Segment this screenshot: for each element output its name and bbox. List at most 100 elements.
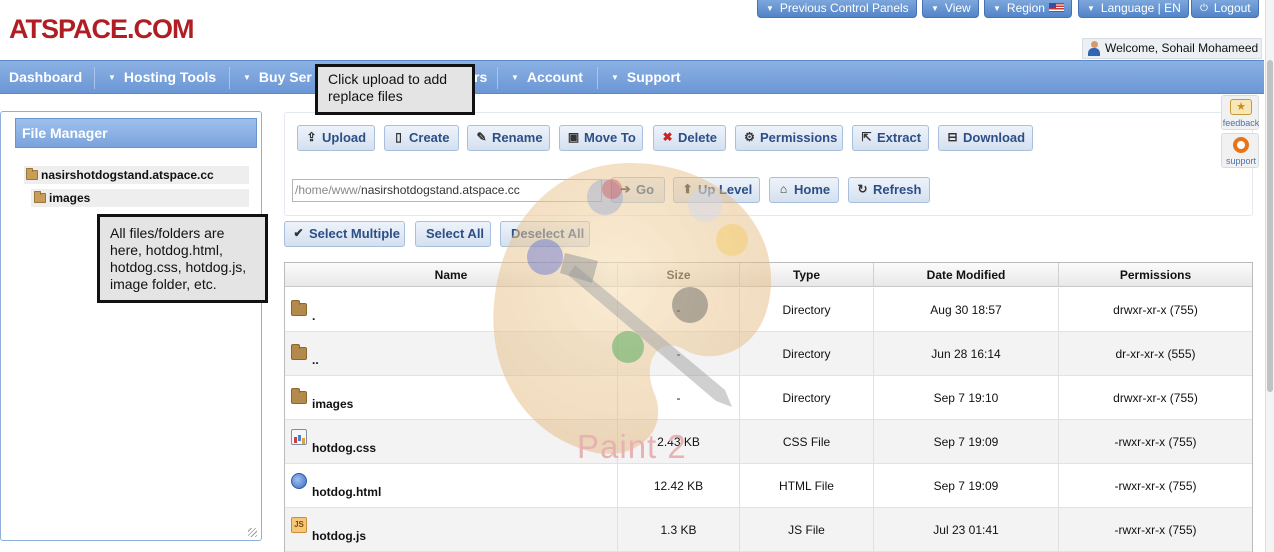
deselect-all-button[interactable]: Deselect All [500,221,590,247]
upload-button[interactable]: ⇪ Upload [297,125,375,151]
nav-support[interactable]: ▼ Support [611,61,681,93]
tree-item-root[interactable]: nasirshotdogstand.atspace.cc [24,166,249,184]
file-manager-title: File Manager [15,118,257,148]
type-cell: JS File [740,508,874,552]
permissions-cell: dr-xr-xr-x (555) [1115,347,1196,361]
power-icon: ⏻ [1200,3,1208,14]
upload-annotation: Click upload to add replace files [315,64,475,115]
table-row[interactable]: .. - Directory Jun 28 16:14 dr-xr-xr-x (… [285,332,1252,376]
nav-servers[interactable]: rs [474,61,487,93]
feedback-star-icon: ★ [1230,99,1252,115]
folder-icon [291,300,307,316]
move-to-button[interactable]: ▣ Move To [559,125,643,151]
date-cell: Sep 7 19:10 [874,376,1059,420]
create-button[interactable]: ▯ Create [384,125,459,151]
folder-icon [291,388,307,404]
nav-hosting-tools[interactable]: ▼ Hosting Tools [108,61,216,93]
path-input[interactable]: /home/www/nasirshotdogstand.atspace.cc [292,179,602,202]
delete-icon: ✖ [662,130,673,144]
type-cell: Directory [740,288,874,332]
go-button[interactable]: ➔ Go [611,177,665,203]
nav-buy-services[interactable]: ▼ Buy Ser [243,61,312,93]
permissions-cell: -rwxr-xr-x (755) [1114,523,1197,537]
welcome-badge: Welcome, Sohail Mohameed [1082,38,1262,59]
name-cell: hotdog.css [285,420,618,464]
date-cell: Aug 30 18:57 [874,288,1059,332]
header: ATSPACE.COM ▼ Previous Control Panels ▼ Vi… [0,0,1274,60]
column-header-size[interactable]: Size [618,263,740,287]
rename-button[interactable]: ✎ Rename [467,125,550,151]
name-cell: JS hotdog.js [285,508,618,552]
resize-handle[interactable] [248,528,257,537]
name-cell: . [285,288,618,332]
size-cell: - [618,332,740,376]
nav-divider [94,67,95,89]
support-widget[interactable]: support [1221,133,1259,168]
table-row[interactable]: JS hotdog.js 1.3 KB JS File Jul 23 01:41 … [285,508,1252,552]
logout-button[interactable]: ⏻ Logout [1191,0,1259,18]
view-button[interactable]: ▼ View [922,0,979,18]
permissions-cell: drwxr-xr-x (755) [1113,303,1198,317]
main-nav: Dashboard ▼ Hosting Tools ▼ Buy Ser rs ▼ Ac… [0,60,1264,94]
refresh-button[interactable]: ↻ Refresh [848,177,930,203]
table-row[interactable]: hotdog.css 2.43 KB CSS File Sep 7 19:09 … [285,420,1252,464]
caret-down-icon: ▼ [766,4,774,13]
select-all-button[interactable]: Select All [415,221,491,247]
home-icon: ⌂ [779,182,788,196]
caret-down-icon: ▼ [243,73,251,82]
file-name: images [312,397,354,411]
size-cell: - [618,288,740,332]
file-name: hotdog.js [312,529,366,543]
permissions-cell: -rwxr-xr-x (755) [1114,479,1197,493]
caret-down-icon: ▼ [993,4,1001,13]
arrow-right-icon: ➔ [620,182,631,196]
download-button[interactable]: ⊟ Download [938,125,1033,151]
column-header-date[interactable]: Date Modified [874,263,1059,287]
move-icon: ▣ [567,130,580,144]
folder-icon [26,168,38,180]
caret-down-icon: ▼ [511,73,519,82]
date-cell: Sep 7 19:09 [874,464,1059,508]
table-row[interactable]: . - Directory Aug 30 18:57 drwxr-xr-x (7… [285,288,1252,332]
caret-down-icon: ▼ [108,73,116,82]
arrow-up-icon: ⬆ [682,182,693,196]
nav-dashboard[interactable]: Dashboard [9,61,82,93]
region-button[interactable]: ▼ Region [984,0,1072,18]
tree-item-images[interactable]: images [31,189,249,207]
nav-account[interactable]: ▼ Account [511,61,583,93]
column-header-type[interactable]: Type [740,263,874,287]
name-cell: .. [285,332,618,376]
scrollbar-thumb[interactable] [1267,60,1273,392]
js-file-icon: JS [291,517,307,533]
name-cell: images [285,376,618,420]
column-header-permissions[interactable]: Permissions [1059,263,1252,287]
select-multiple-button[interactable]: ✔ Select Multiple [284,221,405,247]
type-cell: CSS File [740,420,874,464]
files-annotation: All files/folders are here, hotdog.html,… [97,214,268,303]
previous-control-panels-button[interactable]: ▼ Previous Control Panels [757,0,917,18]
date-cell: Sep 7 19:09 [874,420,1059,464]
user-avatar-icon [1088,41,1100,56]
checkmark-icon: ✔ [293,226,304,240]
extract-button[interactable]: ⇱ Extract [852,125,929,151]
download-icon: ⊟ [947,130,958,144]
type-cell: Directory [740,332,874,376]
size-cell: 1.3 KB [618,508,740,552]
feedback-widget[interactable]: ★ feedback [1221,95,1259,130]
file-table: Name Size Type Date Modified Permissions… [284,262,1253,552]
atspace-logo[interactable]: ATSPACE.COM [9,14,194,45]
up-level-button[interactable]: ⬆ Up Level [673,177,760,203]
nav-divider [229,67,230,89]
file-name: hotdog.html [312,485,382,499]
nav-divider [497,67,498,89]
extract-icon: ⇱ [861,130,872,144]
delete-button[interactable]: ✖ Delete [653,125,726,151]
permissions-button[interactable]: ⚙ Permissions [735,125,843,151]
table-row[interactable]: hotdog.html 12.42 KB HTML File Sep 7 19:… [285,464,1252,508]
size-cell: 12.42 KB [618,464,740,508]
permissions-cell: -rwxr-xr-x (755) [1114,435,1197,449]
table-row[interactable]: images - Directory Sep 7 19:10 drwxr-xr-… [285,376,1252,420]
home-button[interactable]: ⌂ Home [769,177,839,203]
column-header-name[interactable]: Name [285,263,618,287]
language-button[interactable]: ▼ Language | EN [1078,0,1189,18]
